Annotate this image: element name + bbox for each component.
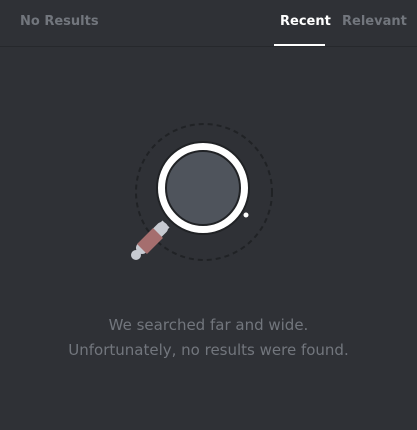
glass-handle — [131, 220, 170, 260]
search-results-panel: No Results Recent Relevant We searched f… — [0, 0, 417, 430]
empty-state-line-1: We searched far and wide. — [108, 316, 309, 334]
active-tab-indicator — [274, 44, 325, 46]
results-count-label: No Results — [20, 14, 99, 29]
tab-recent[interactable]: Recent — [280, 14, 331, 29]
empty-state-line-2: Unfortunately, no results were found. — [68, 341, 349, 359]
magnifying-glass-icon — [131, 123, 273, 261]
search-results-header: No Results Recent Relevant — [0, 0, 417, 47]
tab-relevant[interactable]: Relevant — [342, 14, 407, 29]
